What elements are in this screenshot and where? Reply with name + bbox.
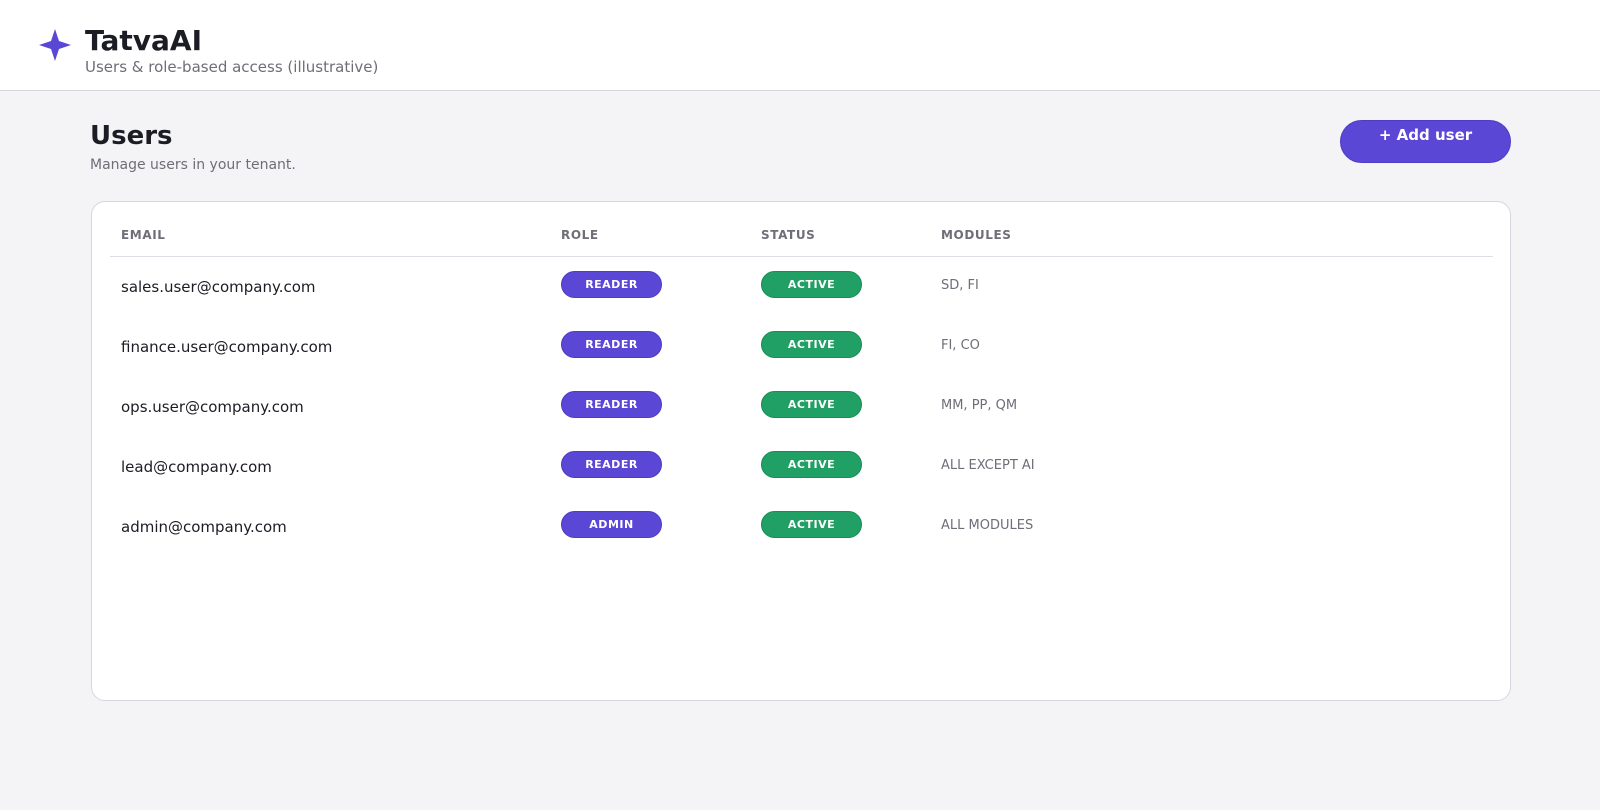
column-header-role: ROLE	[561, 228, 599, 242]
user-modules: ALL MODULES	[941, 518, 1034, 533]
user-email: ops.user@company.com	[121, 398, 304, 416]
app-title: TatvaAI	[85, 24, 203, 57]
column-header-modules: MODULES	[941, 228, 1012, 242]
table-row[interactable]: ops.user@company.com READER ACTIVE MM, P…	[92, 391, 1512, 451]
add-user-button[interactable]: + Add user	[1340, 120, 1511, 163]
role-badge: READER	[561, 331, 662, 358]
status-badge: ACTIVE	[761, 451, 862, 478]
status-badge: ACTIVE	[761, 391, 862, 418]
user-email: sales.user@company.com	[121, 278, 316, 296]
role-badge: READER	[561, 451, 662, 478]
role-badge: READER	[561, 271, 662, 298]
table-row[interactable]: sales.user@company.com READER ACTIVE SD,…	[92, 271, 1512, 331]
column-header-status: STATUS	[761, 228, 816, 242]
user-email: finance.user@company.com	[121, 338, 333, 356]
table-header-divider	[110, 256, 1493, 257]
user-modules: ALL EXCEPT AI	[941, 458, 1035, 473]
user-email: lead@company.com	[121, 458, 272, 476]
role-badge: ADMIN	[561, 511, 662, 538]
sparkle-icon	[39, 29, 71, 61]
page-subtitle: Manage users in your tenant.	[90, 157, 296, 173]
role-badge: READER	[561, 391, 662, 418]
page-title: Users	[90, 121, 173, 151]
user-modules: MM, PP, QM	[941, 398, 1018, 413]
table-row[interactable]: finance.user@company.com READER ACTIVE F…	[92, 331, 1512, 391]
user-modules: SD, FI	[941, 278, 979, 293]
app-header: TatvaAI Users & role-based access (illus…	[0, 0, 1600, 91]
user-modules: FI, CO	[941, 338, 980, 353]
user-email: admin@company.com	[121, 518, 287, 536]
status-badge: ACTIVE	[761, 331, 862, 358]
app-subtitle: Users & role-based access (illustrative)	[85, 58, 379, 76]
column-header-email: EMAIL	[121, 228, 166, 242]
table-row[interactable]: admin@company.com ADMIN ACTIVE ALL MODUL…	[92, 511, 1512, 571]
status-badge: ACTIVE	[761, 271, 862, 298]
users-table-card: EMAIL ROLE STATUS MODULES sales.user@com…	[91, 201, 1511, 701]
status-badge: ACTIVE	[761, 511, 862, 538]
table-row[interactable]: lead@company.com READER ACTIVE ALL EXCEP…	[92, 451, 1512, 511]
